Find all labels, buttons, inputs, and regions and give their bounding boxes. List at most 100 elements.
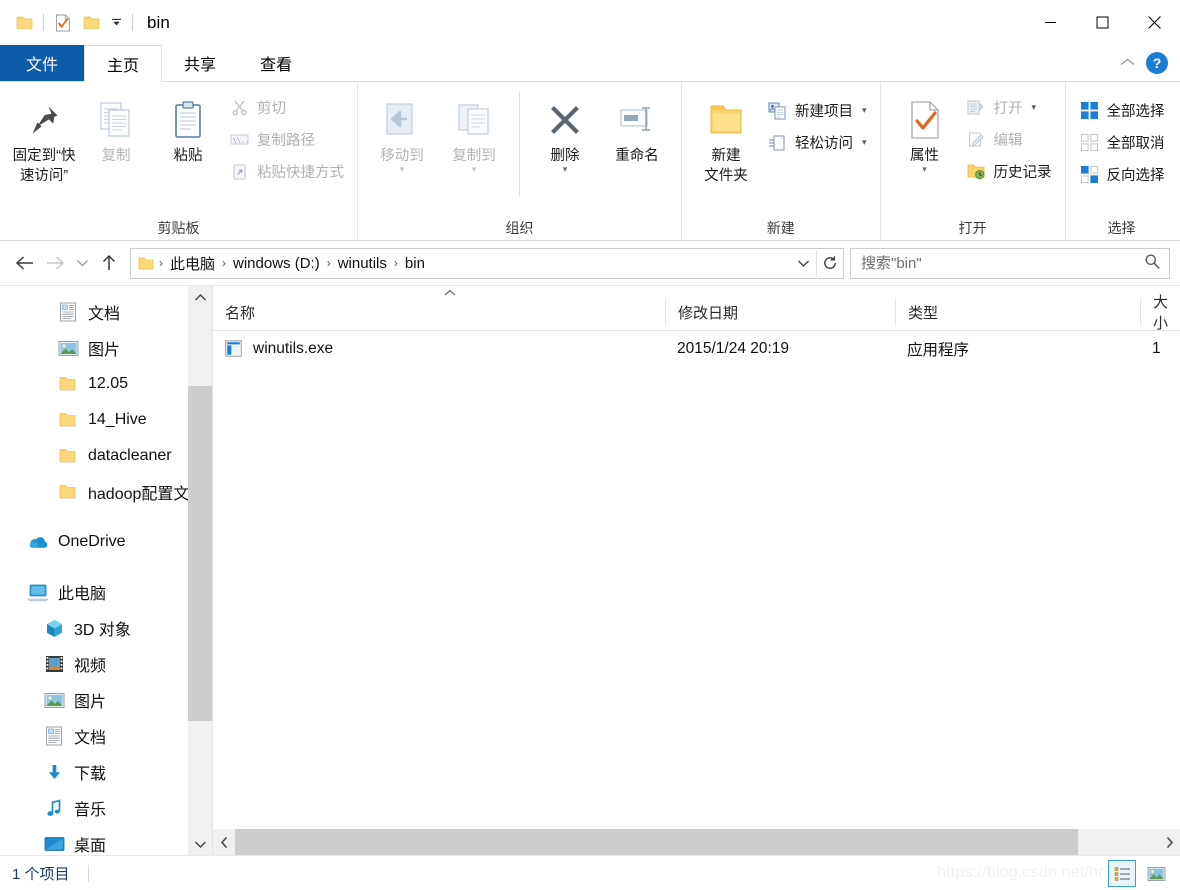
copy-to-button[interactable]: 复制到 ▾ <box>438 90 510 173</box>
navigation-pane-scrollbar[interactable] <box>188 286 212 855</box>
properties-button[interactable]: 属性 ▾ <box>889 90 961 173</box>
tab-file[interactable]: 文件 <box>0 45 85 81</box>
tab-share[interactable]: 共享 <box>162 45 238 81</box>
sidebar-item-documents[interactable]: 文档 <box>0 718 212 754</box>
scroll-right-button[interactable] <box>1158 829 1180 855</box>
sidebar-item-datacleaner[interactable]: datacleaner <box>0 438 212 474</box>
sidebar-item-1205[interactable]: 12.05 <box>0 366 212 402</box>
file-name-cell[interactable]: winutils.exe <box>213 340 665 358</box>
select-none-button[interactable]: 全部取消 <box>1074 128 1170 157</box>
column-header-size[interactable]: 大小 <box>1140 294 1180 332</box>
forward-button[interactable] <box>40 248 70 278</box>
column-header-date[interactable]: 修改日期 <box>665 298 895 326</box>
sidebar-item-videos[interactable]: 视频 <box>0 646 212 682</box>
history-button[interactable]: 历史记录 <box>961 157 1057 186</box>
hscrollbar-thumb[interactable] <box>235 829 1078 855</box>
breadcrumb-item-3[interactable]: bin <box>401 255 429 272</box>
qat-dropdown-icon[interactable] <box>105 9 127 37</box>
new-item-button[interactable]: 新建项目 ▾ <box>762 96 872 125</box>
hscrollbar-track[interactable] <box>235 829 1158 855</box>
file-type-cell: 应用程序 <box>907 342 970 359</box>
new-folder-icon[interactable] <box>77 9 105 37</box>
sidebar-item-downloads[interactable]: 下载 <box>0 754 212 790</box>
delete-caret-icon[interactable]: ▾ <box>563 164 568 173</box>
breadcrumb-sep-2[interactable]: › <box>324 256 334 270</box>
sidebar-item-music[interactable]: 音乐 <box>0 790 212 826</box>
new-item-caret-icon[interactable]: ▾ <box>862 105 867 116</box>
select-all-button[interactable]: 全部选择 <box>1074 96 1170 125</box>
move-to-button[interactable]: 移动到 ▾ <box>366 90 438 173</box>
pin-to-quick-access-button[interactable]: 固定到“快 速访问” <box>8 90 80 185</box>
scrollbar-track[interactable] <box>188 308 212 833</box>
window-title: bin <box>147 12 170 32</box>
address-dropdown-icon[interactable] <box>790 250 816 277</box>
search-box[interactable] <box>850 247 1170 279</box>
sidebar-item-14-hive[interactable]: 14_Hive <box>0 402 212 438</box>
copy-path-button[interactable]: \\... 复制路径 <box>224 125 349 154</box>
minimize-button[interactable] <box>1024 0 1076 45</box>
breadcrumb-sep-1[interactable]: › <box>219 256 229 270</box>
scrollbar-thumb[interactable] <box>188 386 212 721</box>
breadcrumb-item-2[interactable]: winutils <box>334 255 391 272</box>
onedrive-icon <box>26 531 50 553</box>
move-to-caret-icon[interactable]: ▾ <box>400 164 405 173</box>
breadcrumb-item-1[interactable]: windows (D:) <box>229 255 324 272</box>
delete-icon <box>545 94 585 146</box>
maximize-button[interactable] <box>1076 0 1128 45</box>
easy-access-caret-icon[interactable]: ▾ <box>862 137 867 148</box>
close-button[interactable] <box>1128 0 1180 45</box>
scroll-left-button[interactable] <box>213 829 235 855</box>
rename-icon <box>616 94 658 146</box>
up-button[interactable] <box>94 248 124 278</box>
sidebar-item-this-pc[interactable]: 此电脑 <box>0 574 212 610</box>
sidebar-item-3d-objects[interactable]: 3D 对象 <box>0 610 212 646</box>
sidebar-item-onedrive[interactable]: OneDrive <box>0 524 212 560</box>
back-button[interactable] <box>10 248 40 278</box>
refresh-button[interactable] <box>816 249 843 277</box>
tab-home[interactable]: 主页 <box>84 45 163 82</box>
properties-icon[interactable] <box>49 9 77 37</box>
new-folder-button[interactable]: 新建 文件夹 <box>690 90 762 185</box>
breadcrumb-sep-3[interactable]: › <box>391 256 401 270</box>
cut-button[interactable]: 剪切 <box>224 93 349 122</box>
open-icon <box>966 97 987 118</box>
breadcrumb-item-0[interactable]: 此电脑 <box>166 253 219 274</box>
breadcrumb-bar[interactable]: › 此电脑 › windows (D:) › winutils › bin <box>130 247 844 279</box>
scroll-up-button[interactable] <box>188 286 212 308</box>
sidebar-item-label: datacleaner <box>88 447 172 464</box>
open-caret-icon[interactable]: ▾ <box>1032 102 1037 113</box>
copy-button[interactable]: 复制 <box>80 90 152 166</box>
open-button[interactable]: 打开 ▾ <box>961 93 1057 122</box>
sidebar-item-documents-quick[interactable]: 文档 <box>0 294 212 330</box>
sidebar-item-hadoop-config[interactable]: hadoop配置文件 <box>0 474 212 510</box>
column-header-name[interactable]: 名称 <box>213 298 665 326</box>
search-icon[interactable] <box>1144 253 1161 274</box>
horizontal-scrollbar[interactable] <box>213 829 1180 855</box>
details-view-button[interactable] <box>1108 860 1136 887</box>
rename-button[interactable]: 重命名 <box>601 90 673 166</box>
search-input[interactable] <box>859 253 1144 273</box>
help-button[interactable]: ? <box>1146 52 1168 74</box>
easy-access-button[interactable]: 轻松访问 ▾ <box>762 128 872 157</box>
folder-icon[interactable] <box>10 9 38 37</box>
sidebar-item-pictures-quick[interactable]: 图片 <box>0 330 212 366</box>
tab-view[interactable]: 查看 <box>238 45 314 81</box>
paste-button[interactable]: 粘贴 <box>152 90 224 166</box>
invert-selection-button[interactable]: 反向选择 <box>1074 160 1170 189</box>
scroll-down-button[interactable] <box>188 833 212 855</box>
recent-locations-button[interactable] <box>70 248 94 278</box>
sidebar-item-desktop[interactable]: 桌面 <box>0 826 212 855</box>
large-icons-view-button[interactable] <box>1142 860 1170 887</box>
delete-button[interactable]: 删除 ▾ <box>529 90 601 173</box>
group-title-clipboard: 剪贴板 <box>157 220 200 236</box>
sidebar-item-pictures[interactable]: 图片 <box>0 682 212 718</box>
ribbon-group-open: 属性 ▾ 打开 ▾ 编辑 历史记录 打开 <box>881 82 1066 240</box>
column-header-type[interactable]: 类型 <box>895 298 1140 326</box>
paste-shortcut-button[interactable]: 粘贴快捷方式 <box>224 157 349 186</box>
breadcrumb: › 此电脑 › windows (D:) › winutils › bin <box>136 253 790 274</box>
copy-to-caret-icon[interactable]: ▾ <box>472 164 477 173</box>
table-row[interactable]: winutils.exe 2015/1/24 20:19 应用程序 1 <box>213 334 1180 364</box>
collapse-ribbon-icon[interactable] <box>1119 55 1136 72</box>
properties-caret-icon[interactable]: ▾ <box>922 164 927 173</box>
edit-button[interactable]: 编辑 <box>961 125 1057 154</box>
